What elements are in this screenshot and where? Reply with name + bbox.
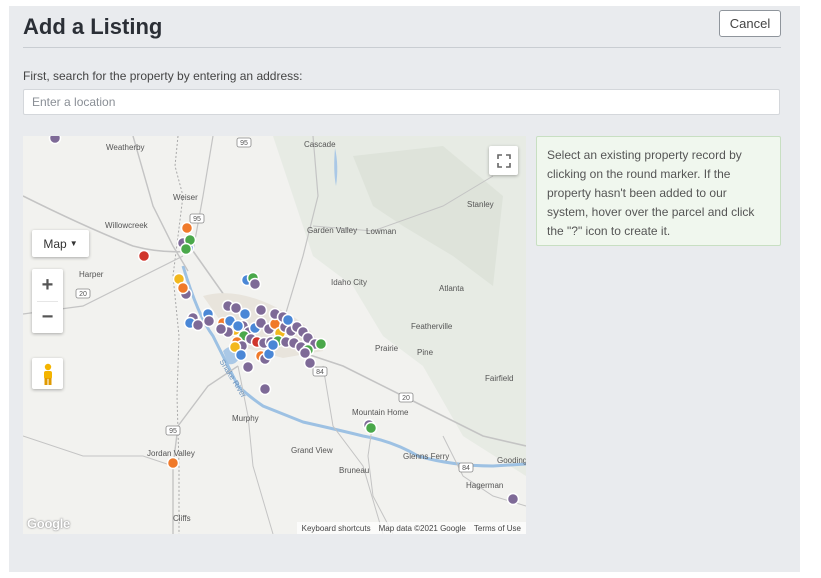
title-divider: [23, 47, 781, 48]
property-marker[interactable]: [176, 281, 190, 295]
location-search-input[interactable]: [23, 89, 780, 115]
map-data-text: Map data ©2021 Google: [378, 523, 466, 533]
zoom-in-button[interactable]: +: [32, 269, 63, 301]
chevron-down-icon: ▼: [69, 239, 78, 248]
street-view-pegman[interactable]: [32, 358, 63, 389]
map-attribution: Keyboard shortcuts Map data ©2021 Google…: [296, 522, 526, 534]
property-marker[interactable]: [506, 492, 520, 506]
property-markers-layer: [48, 136, 520, 506]
property-marker[interactable]: [314, 337, 328, 351]
keyboard-shortcuts-link[interactable]: Keyboard shortcuts: [302, 524, 371, 533]
property-marker[interactable]: [231, 319, 245, 333]
property-map[interactable]: 95 95 20 84 20 84 95 Weatherby Cascade W…: [23, 136, 526, 534]
property-marker[interactable]: [248, 277, 262, 291]
map-help-note: Select an existing property record by cl…: [536, 136, 781, 246]
search-instruction: First, search for the property by enteri…: [23, 69, 303, 83]
property-marker[interactable]: [202, 314, 216, 328]
zoom-divider: [37, 301, 58, 302]
property-marker[interactable]: [179, 242, 193, 256]
property-marker[interactable]: [303, 356, 317, 370]
add-listing-panel: Add a Listing Cancel First, search for t…: [9, 6, 800, 572]
pegman-icon: [43, 363, 52, 385]
map-type-dropdown[interactable]: Map ▼: [32, 230, 89, 257]
property-marker[interactable]: [258, 382, 272, 396]
property-marker[interactable]: [238, 307, 252, 321]
property-marker[interactable]: [364, 421, 378, 435]
property-marker[interactable]: [191, 318, 205, 332]
zoom-out-button[interactable]: −: [32, 301, 63, 333]
fullscreen-icon: [496, 153, 511, 168]
zoom-controls: + −: [32, 269, 63, 333]
page-title: Add a Listing: [23, 14, 163, 39]
property-marker[interactable]: [48, 136, 62, 145]
terms-of-use-link[interactable]: Terms of Use: [474, 524, 521, 533]
property-marker[interactable]: [298, 346, 312, 360]
property-marker[interactable]: [137, 249, 151, 263]
google-logo: Google: [27, 516, 70, 531]
property-marker[interactable]: [254, 303, 268, 317]
map-type-label: Map: [43, 236, 67, 251]
property-marker[interactable]: [234, 348, 248, 362]
property-marker[interactable]: [266, 338, 280, 352]
fullscreen-button[interactable]: [489, 146, 518, 175]
property-marker[interactable]: [166, 456, 180, 470]
property-marker[interactable]: [241, 360, 255, 374]
property-marker[interactable]: [214, 322, 228, 336]
property-marker[interactable]: [281, 313, 295, 327]
cancel-button[interactable]: Cancel: [719, 10, 781, 37]
property-marker[interactable]: [180, 221, 194, 235]
